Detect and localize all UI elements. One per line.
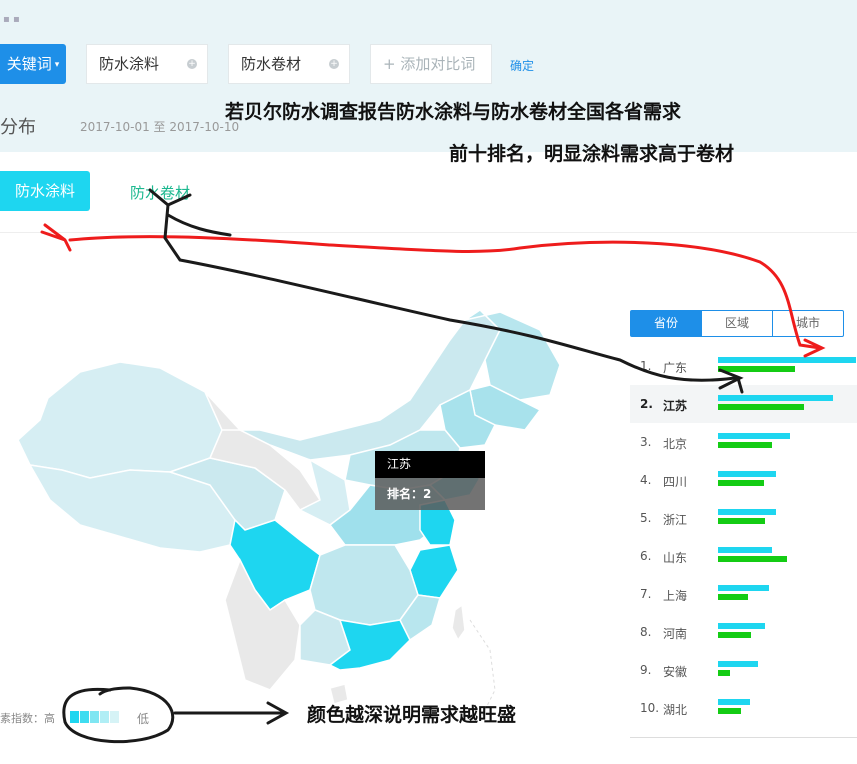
roll-bar bbox=[718, 556, 787, 562]
roll-bar bbox=[718, 442, 772, 448]
ranking-row[interactable]: 3. 北京 bbox=[630, 423, 857, 461]
ranking-row[interactable]: 6. 山东 bbox=[630, 537, 857, 575]
tab-coating[interactable]: 防水涂料 bbox=[0, 171, 90, 211]
coating-bar bbox=[718, 433, 790, 439]
segment-region[interactable]: 区域 bbox=[701, 311, 773, 336]
coating-bar bbox=[718, 661, 758, 667]
province-name: 江苏 bbox=[663, 399, 688, 413]
annotation-line-1: 若贝尔防水调查报告防水涂料与防水卷材全国各省需求 bbox=[225, 101, 682, 123]
tooltip-rank: 排名：2 bbox=[375, 478, 485, 510]
roll-bar bbox=[718, 670, 730, 676]
red-arrow-head-left bbox=[40, 223, 72, 252]
keyword-chip-roll[interactable]: 防水卷材 + bbox=[228, 44, 350, 84]
roll-bar bbox=[718, 404, 804, 410]
date-range: 2017-10-01 至 2017-10-10 bbox=[80, 120, 240, 134]
legend-swatch bbox=[70, 711, 79, 723]
rank-number: 7. bbox=[640, 587, 652, 601]
rank-number: 10. bbox=[640, 701, 660, 715]
province-name: 北京 bbox=[663, 437, 688, 451]
ranking-row[interactable]: 10. 湖北 bbox=[630, 689, 857, 727]
province-name: 河南 bbox=[663, 627, 688, 641]
rank-number: 3. bbox=[640, 435, 652, 449]
roll-bar bbox=[718, 480, 764, 486]
province-name: 浙江 bbox=[663, 513, 688, 527]
province-name: 山东 bbox=[663, 551, 688, 565]
map-region-taiwan[interactable] bbox=[451, 603, 466, 642]
china-map bbox=[17, 309, 561, 721]
rank-number: 1. bbox=[640, 359, 652, 373]
logo: ▪ ▪ bbox=[3, 14, 20, 25]
chip-label: 防水卷材 bbox=[241, 55, 302, 73]
annotation-legend-note: 颜色越深说明需求越旺盛 bbox=[307, 704, 517, 726]
rank-number: 9. bbox=[640, 663, 652, 677]
ranking-list: 1. 广东 2. 江苏 3. 北京 4. 四川 5. 浙江 6. 山东 7. 上海 8. 河南 9. 安徽 10. 湖… bbox=[630, 347, 857, 727]
keyword-chip-coating[interactable]: 防水涂料 + bbox=[86, 44, 208, 84]
caret-down-icon: ▾ bbox=[54, 60, 60, 70]
rank-number: 4. bbox=[640, 473, 652, 487]
keyword-label: 关键词 bbox=[6, 55, 52, 73]
rank-number: 5. bbox=[640, 511, 652, 525]
coating-bar bbox=[718, 395, 833, 401]
ranking-row[interactable]: 7. 上海 bbox=[630, 575, 857, 613]
remove-icon[interactable]: + bbox=[329, 59, 339, 69]
segment-city[interactable]: 城市 bbox=[773, 311, 843, 336]
legend-swatches bbox=[70, 711, 120, 723]
annotation-line-2: 前十排名，明显涂料需求高于卷材 bbox=[449, 143, 735, 165]
roll-bar bbox=[718, 366, 795, 372]
legend-label: 素指数：高 bbox=[0, 712, 55, 725]
segment-province[interactable]: 省份 bbox=[631, 311, 701, 336]
map-region-south-central[interactable] bbox=[309, 544, 419, 626]
coating-bar bbox=[718, 471, 776, 477]
roll-bar bbox=[718, 518, 765, 524]
ranking-row[interactable]: 4. 四川 bbox=[630, 461, 857, 499]
roll-bar bbox=[718, 594, 748, 600]
region-segment-control: 省份 区域 城市 bbox=[630, 310, 844, 337]
legend-low: 低 bbox=[137, 712, 150, 726]
province-name: 安徽 bbox=[663, 665, 688, 679]
ranking-row[interactable]: 5. 浙江 bbox=[630, 499, 857, 537]
coating-bar bbox=[718, 357, 856, 363]
coating-bar bbox=[718, 509, 776, 515]
rank-number: 8. bbox=[640, 625, 652, 639]
legend-swatch bbox=[90, 711, 99, 723]
coating-bar bbox=[718, 699, 750, 705]
add-compare-button[interactable]: + 添加对比词 bbox=[370, 44, 492, 84]
remove-icon[interactable]: + bbox=[187, 59, 197, 69]
rank-number: 2. bbox=[640, 397, 653, 411]
coating-bar bbox=[718, 623, 765, 629]
province-name: 四川 bbox=[663, 475, 688, 489]
province-name: 广东 bbox=[663, 361, 688, 375]
divider bbox=[0, 232, 857, 233]
roll-bar bbox=[718, 632, 751, 638]
section-title: 分布 bbox=[0, 117, 36, 138]
roll-bar bbox=[718, 708, 741, 714]
keyword-dropdown-button[interactable]: 关键词 ▾ bbox=[0, 44, 66, 84]
legend-swatch bbox=[100, 711, 109, 723]
map-region-xinjiang[interactable] bbox=[17, 361, 223, 479]
ranking-row[interactable]: 8. 河南 bbox=[630, 613, 857, 651]
province-name: 上海 bbox=[663, 589, 688, 603]
ranking-row[interactable]: 1. 广东 bbox=[630, 347, 857, 385]
legend-swatch bbox=[110, 711, 119, 723]
rank-number: 6. bbox=[640, 549, 652, 563]
province-name: 湖北 bbox=[663, 703, 688, 717]
ranking-row[interactable]: 2. 江苏 bbox=[630, 385, 857, 423]
tooltip-title: 江苏 bbox=[375, 451, 485, 478]
ranking-row[interactable]: 9. 安徽 bbox=[630, 651, 857, 689]
chip-label: 防水涂料 bbox=[99, 55, 160, 73]
legend-swatch bbox=[80, 711, 89, 723]
coating-bar bbox=[718, 547, 772, 553]
list-divider bbox=[630, 737, 857, 738]
coating-bar bbox=[718, 585, 769, 591]
confirm-link[interactable]: 确定 bbox=[510, 57, 534, 74]
tab-roll[interactable]: 防水卷材 bbox=[130, 182, 190, 203]
